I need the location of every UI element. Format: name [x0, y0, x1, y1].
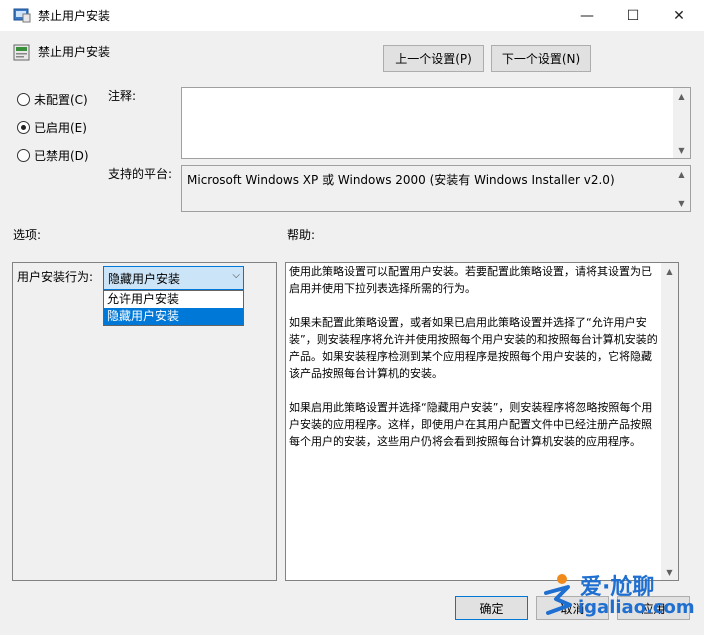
help-scrollbar[interactable]: ▲ ▼	[661, 263, 678, 580]
maximize-button[interactable]: ☐	[610, 0, 656, 31]
scroll-down-icon[interactable]: ▼	[673, 143, 690, 157]
dropdown-option-hide[interactable]: 隐藏用户安装	[104, 308, 243, 325]
previous-setting-button[interactable]: 上一个设置(P)	[383, 45, 484, 72]
dropdown-option-allow[interactable]: 允许用户安装	[104, 291, 243, 308]
help-panel[interactable]: 使用此策略设置可以配置用户安装。若要配置此策略设置，请将其设置为已启用并使用下拉…	[285, 262, 679, 581]
radio-label: 已禁用(D)	[34, 149, 89, 163]
radio-disabled[interactable]: 已禁用(D)	[17, 147, 89, 164]
help-label: 帮助:	[287, 228, 316, 242]
comment-scrollbar[interactable]: ▲ ▼	[673, 88, 690, 158]
help-paragraph: 如果启用此策略设置并选择“隐藏用户安装”，则安装程序将忽略按照每个用户安装的应用…	[289, 401, 653, 448]
window-title: 禁止用户安装	[38, 9, 111, 23]
help-paragraph: 使用此策略设置可以配置用户安装。若要配置此策略设置，请将其设置为已启用并使用下拉…	[289, 265, 652, 295]
ok-button[interactable]: 确定	[455, 596, 528, 620]
scroll-down-icon[interactable]: ▼	[673, 196, 690, 210]
close-button[interactable]: ✕	[656, 0, 702, 31]
select-value: 隐藏用户安装	[108, 272, 181, 286]
radio-not-configured[interactable]: 未配置(C)	[17, 91, 88, 108]
radio-label: 已启用(E)	[34, 121, 87, 135]
install-behavior-label: 用户安装行为:	[17, 270, 94, 284]
scroll-up-icon[interactable]: ▲	[661, 264, 678, 278]
options-label: 选项:	[13, 228, 42, 242]
chevron-down-icon[interactable]: ⌵	[232, 270, 240, 281]
watermark: 爱·尬聊 igaliao.com	[540, 567, 700, 627]
setting-icon	[13, 44, 30, 61]
policy-icon	[13, 8, 31, 23]
minimize-button[interactable]: —	[564, 0, 610, 31]
next-setting-button[interactable]: 下一个设置(N)	[491, 45, 591, 72]
scroll-up-icon[interactable]: ▲	[673, 89, 690, 103]
scroll-up-icon[interactable]: ▲	[673, 167, 690, 181]
watermark-logo-icon	[544, 574, 572, 615]
install-behavior-dropdown[interactable]: 允许用户安装 隐藏用户安装	[103, 290, 244, 326]
radio-circle[interactable]	[17, 149, 30, 162]
radio-enabled[interactable]: 已启用(E)	[17, 119, 87, 136]
setting-title: 禁止用户安装	[38, 45, 111, 59]
platform-textbox: Microsoft Windows XP 或 Windows 2000 (安装有…	[181, 165, 691, 212]
platform-scrollbar[interactable]: ▲ ▼	[673, 166, 690, 211]
radio-label: 未配置(C)	[34, 93, 88, 107]
comment-label: 注释:	[108, 89, 137, 103]
help-paragraph: 如果未配置此策略设置，或者如果已启用此策略设置并选择了“允许用户安装”，则安装程…	[289, 316, 658, 380]
radio-circle[interactable]	[17, 121, 30, 134]
platform-value: Microsoft Windows XP 或 Windows 2000 (安装有…	[187, 173, 615, 187]
watermark-url: igaliao.com	[578, 597, 695, 618]
platform-label: 支持的平台:	[108, 167, 173, 181]
radio-circle[interactable]	[17, 93, 30, 106]
comment-textarea[interactable]: ▲ ▼	[181, 87, 691, 159]
install-behavior-select[interactable]: 隐藏用户安装 ⌵	[103, 266, 244, 290]
